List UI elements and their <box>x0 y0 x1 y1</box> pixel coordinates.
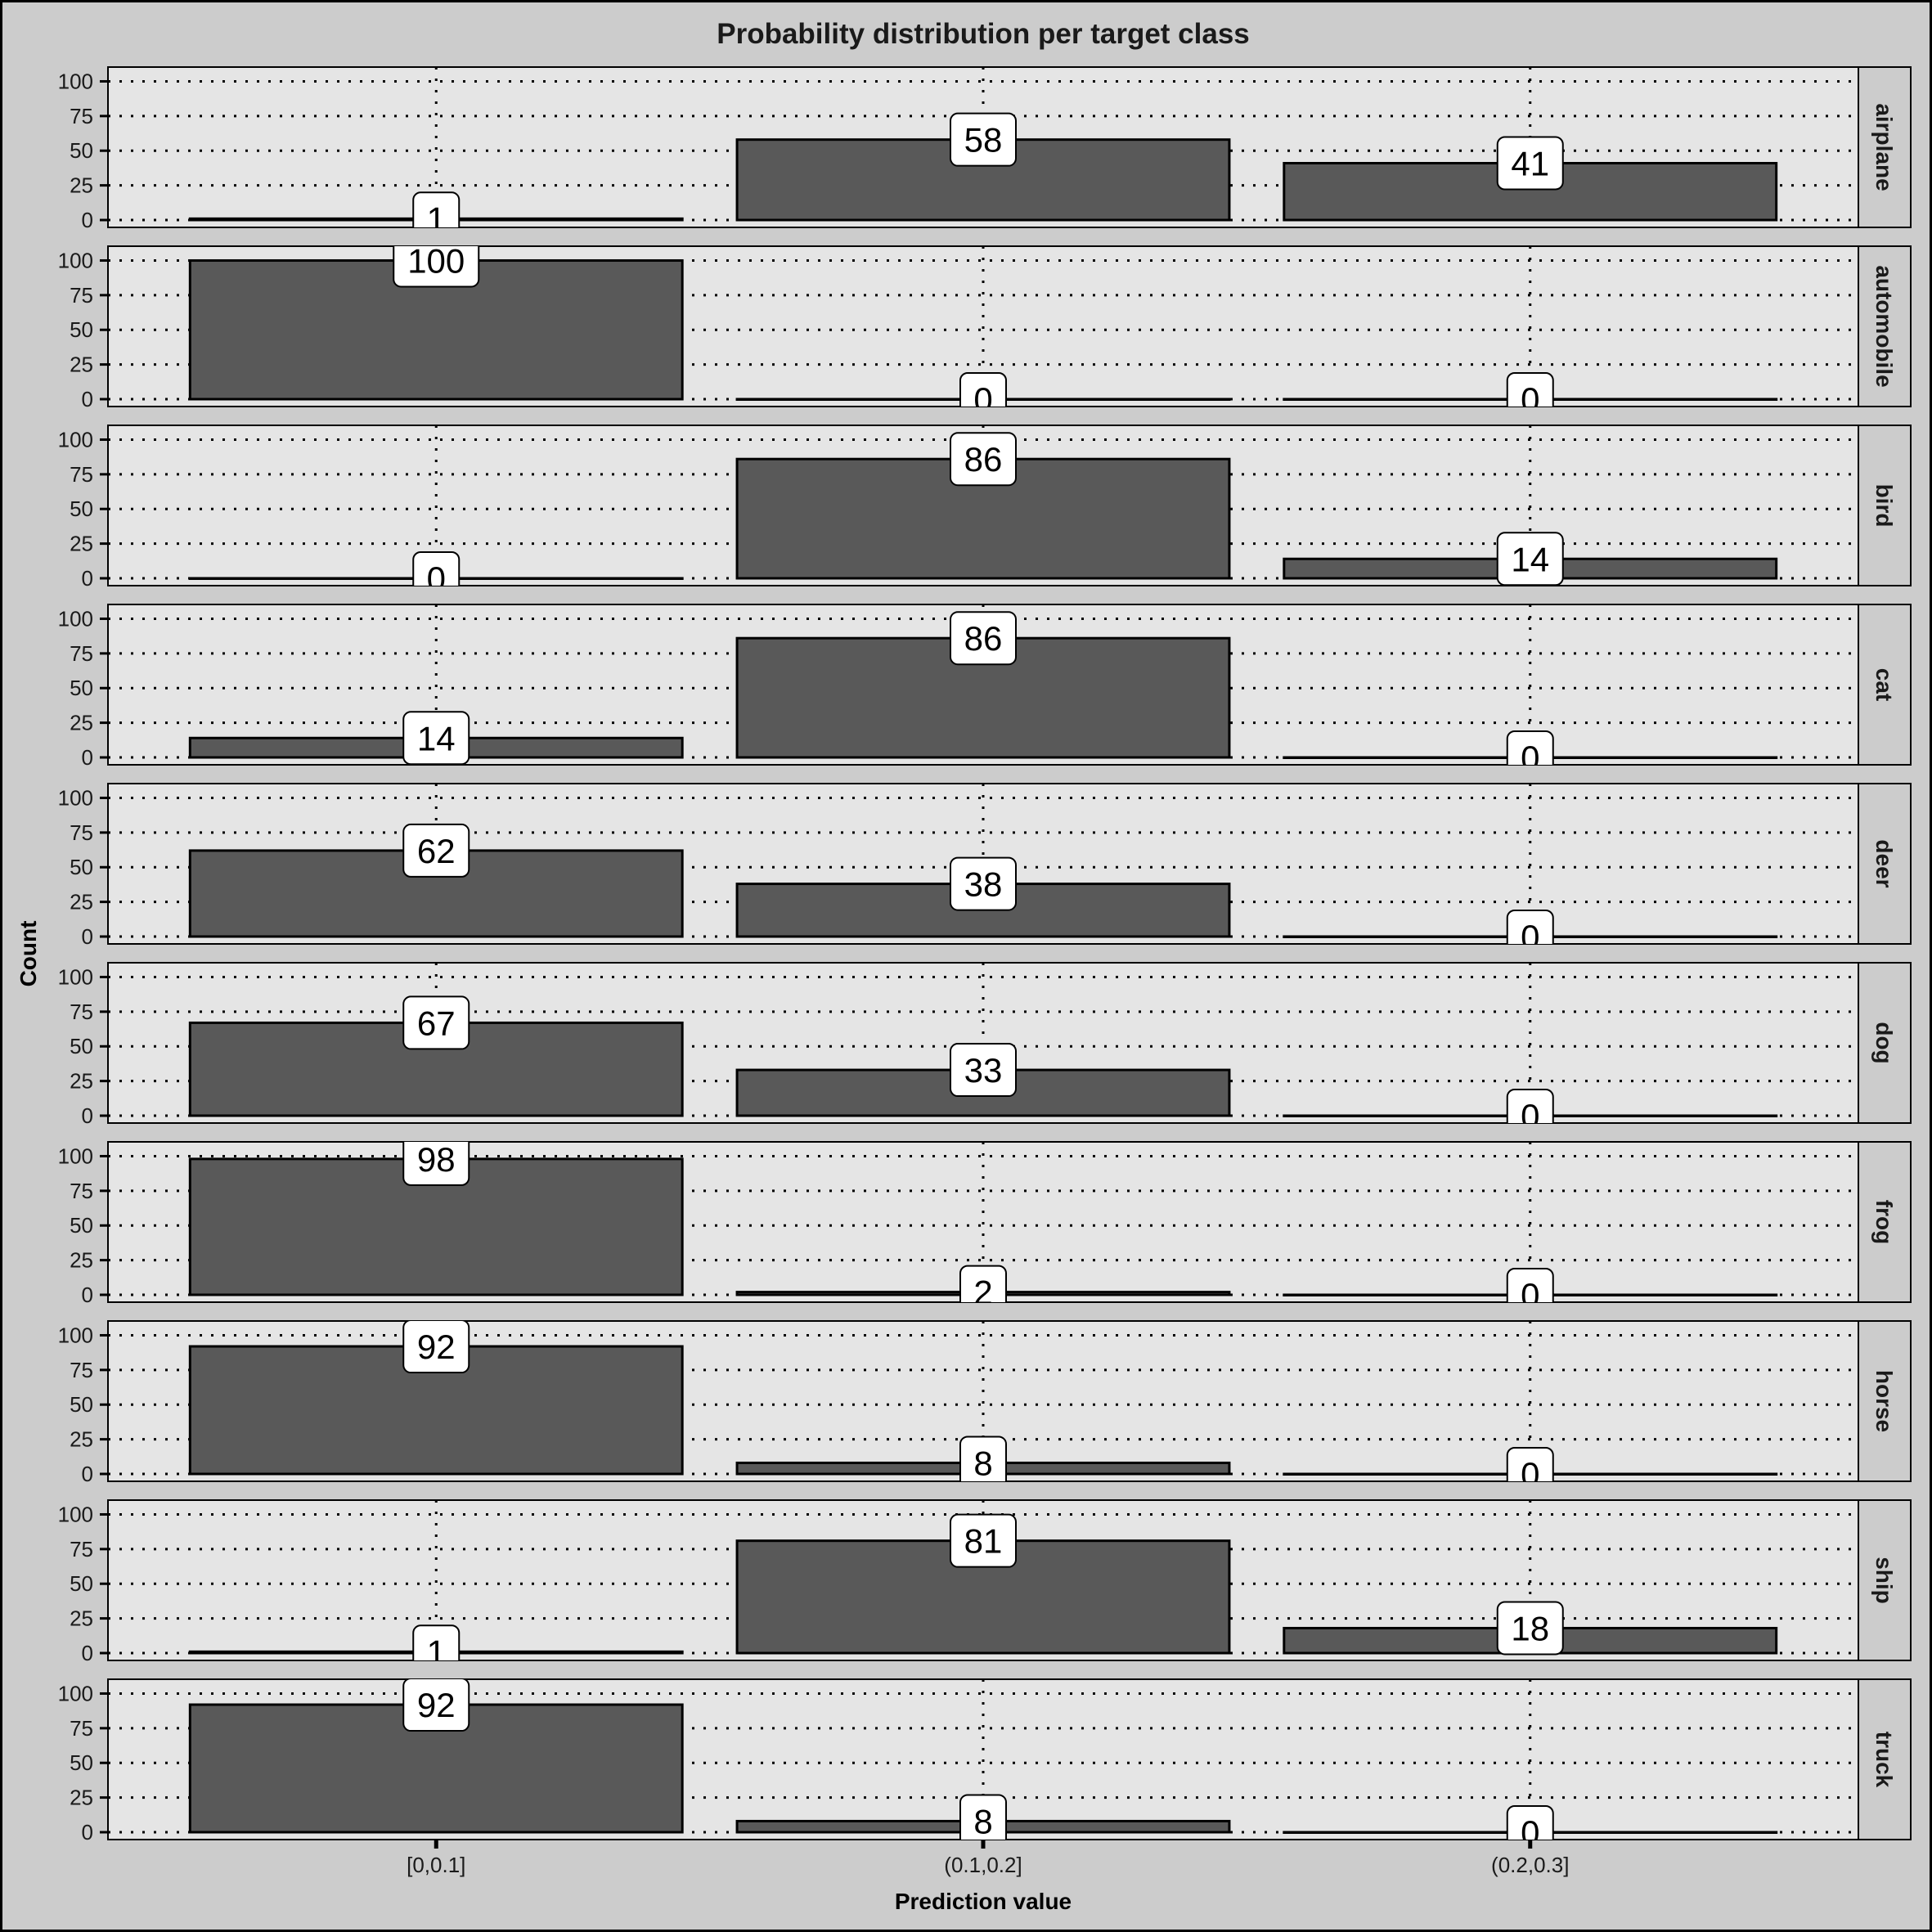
facet-panels: 025507510015841 airplane0255075100 1000 0au… <box>58 66 1912 1877</box>
y-tick-label: 75 <box>70 283 93 308</box>
y-tick-label: 75 <box>70 1000 93 1024</box>
y-tick-label: 100 <box>58 427 93 452</box>
y-tick-label: 0 <box>82 1462 93 1486</box>
facet-dog: 025507510067330dog <box>58 962 1912 1128</box>
data-label: 58 <box>964 121 1003 160</box>
y-tick-label: 0 <box>82 1641 93 1665</box>
y-tick-label: 25 <box>70 711 93 735</box>
facet-strip-label: automobile <box>1871 265 1897 387</box>
data-label: 14 <box>417 719 456 757</box>
y-tick-label: 25 <box>70 353 93 377</box>
data-label: 67 <box>417 1004 456 1042</box>
data-label: 100 <box>407 241 465 280</box>
y-tick-label: 100 <box>58 785 93 810</box>
data-label: 8 <box>973 1802 992 1840</box>
y-tick-label: 100 <box>58 964 93 989</box>
data-label: 86 <box>964 440 1003 479</box>
y-tick-label: 50 <box>70 676 93 700</box>
facet-strip-label: frog <box>1871 1200 1897 1244</box>
y-tick-label: 100 <box>58 69 93 93</box>
facet-strip-label: cat <box>1871 668 1897 701</box>
y-tick-label: 75 <box>70 462 93 487</box>
y-tick-label: 25 <box>70 1069 93 1094</box>
y-tick-label: 0 <box>82 387 93 411</box>
facet-strip-label: bird <box>1871 484 1897 528</box>
y-axis-title: Count <box>16 921 41 987</box>
facet-truck: 0255075100 928 0truck <box>58 1678 1912 1844</box>
facet-ship: 025507510018118ship <box>58 1499 1912 1665</box>
y-tick-label: 50 <box>70 1392 93 1417</box>
data-label: 62 <box>417 832 456 870</box>
data-label: 8 <box>973 1444 992 1482</box>
facet-airplane: 025507510015841 airplane <box>58 66 1912 232</box>
y-tick-label: 50 <box>70 138 93 163</box>
facet-strip-label: airplane <box>1871 103 1897 191</box>
data-label: 33 <box>964 1051 1003 1090</box>
facet-horse: 0255075100 928 0horse <box>58 1320 1912 1486</box>
y-tick-label: 75 <box>70 641 93 666</box>
faceted-bar-chart: Probability distribution per target clas… <box>0 0 1932 1932</box>
y-tick-label: 50 <box>70 1213 93 1238</box>
data-label: 41 <box>1511 144 1549 182</box>
facet-strip-label: truck <box>1871 1732 1897 1788</box>
y-tick-label: 0 <box>82 1820 93 1844</box>
y-tick-label: 0 <box>82 924 93 949</box>
y-tick-label: 0 <box>82 745 93 770</box>
y-tick-label: 100 <box>58 1681 93 1705</box>
x-tick-label: (0.2,0.3] <box>1491 1853 1569 1877</box>
y-tick-label: 100 <box>58 1323 93 1347</box>
y-tick-label: 100 <box>58 606 93 631</box>
x-tick-label: [0,0.1] <box>407 1853 465 1877</box>
facet-bird: 025507510008614bird <box>58 425 1912 591</box>
y-tick-label: 0 <box>82 566 93 591</box>
y-tick-label: 0 <box>82 1283 93 1307</box>
y-tick-label: 75 <box>70 1358 93 1382</box>
y-tick-label: 25 <box>70 890 93 914</box>
chart-title: Probability distribution per target clas… <box>717 18 1250 50</box>
y-tick-label: 75 <box>70 820 93 845</box>
facet-cat: 025507510014860cat <box>58 604 1912 770</box>
chart-container: Probability distribution per target clas… <box>0 0 1932 1932</box>
y-tick-label: 75 <box>70 1537 93 1561</box>
y-tick-label: 75 <box>70 1179 93 1203</box>
facet-deer: 025507510062380deer <box>58 783 1912 949</box>
y-tick-label: 50 <box>70 1034 93 1058</box>
y-tick-label: 50 <box>70 1750 93 1775</box>
y-tick-label: 75 <box>70 1716 93 1741</box>
facet-frog: 0255075100 982 0frog <box>58 1140 1912 1307</box>
y-tick-label: 0 <box>82 208 93 232</box>
y-tick-label: 50 <box>70 855 93 879</box>
data-label: 18 <box>1511 1609 1549 1647</box>
y-tick-label: 100 <box>58 248 93 272</box>
facet-strip-label: dog <box>1871 1022 1897 1063</box>
y-tick-label: 0 <box>82 1103 93 1128</box>
data-label: 38 <box>964 865 1003 904</box>
y-tick-label: 25 <box>70 1427 93 1452</box>
facet-strip-label: deer <box>1871 839 1897 887</box>
data-label: 14 <box>1511 540 1549 578</box>
data-label: 81 <box>964 1522 1003 1561</box>
y-tick-label: 100 <box>58 1143 93 1168</box>
x-axis-title: Prediction value <box>895 1889 1072 1914</box>
facet-strip-label: ship <box>1871 1557 1897 1604</box>
y-tick-label: 50 <box>70 317 93 342</box>
facet-automobile: 0255075100 1000 0automobile <box>58 241 1912 411</box>
y-tick-label: 25 <box>70 173 93 198</box>
facet-strip-label: horse <box>1871 1370 1897 1432</box>
y-tick-label: 25 <box>70 1248 93 1273</box>
y-tick-label: 75 <box>70 104 93 128</box>
y-tick-label: 25 <box>70 1786 93 1810</box>
y-tick-label: 25 <box>70 532 93 556</box>
y-tick-label: 50 <box>70 1571 93 1596</box>
x-tick-label: (0.1,0.2] <box>944 1853 1022 1877</box>
data-label: 92 <box>417 1686 456 1724</box>
data-label: 98 <box>417 1140 456 1179</box>
y-tick-label: 50 <box>70 496 93 521</box>
data-label: 86 <box>964 619 1003 658</box>
data-label: 92 <box>417 1328 456 1366</box>
y-tick-label: 100 <box>58 1502 93 1526</box>
y-tick-label: 25 <box>70 1606 93 1631</box>
